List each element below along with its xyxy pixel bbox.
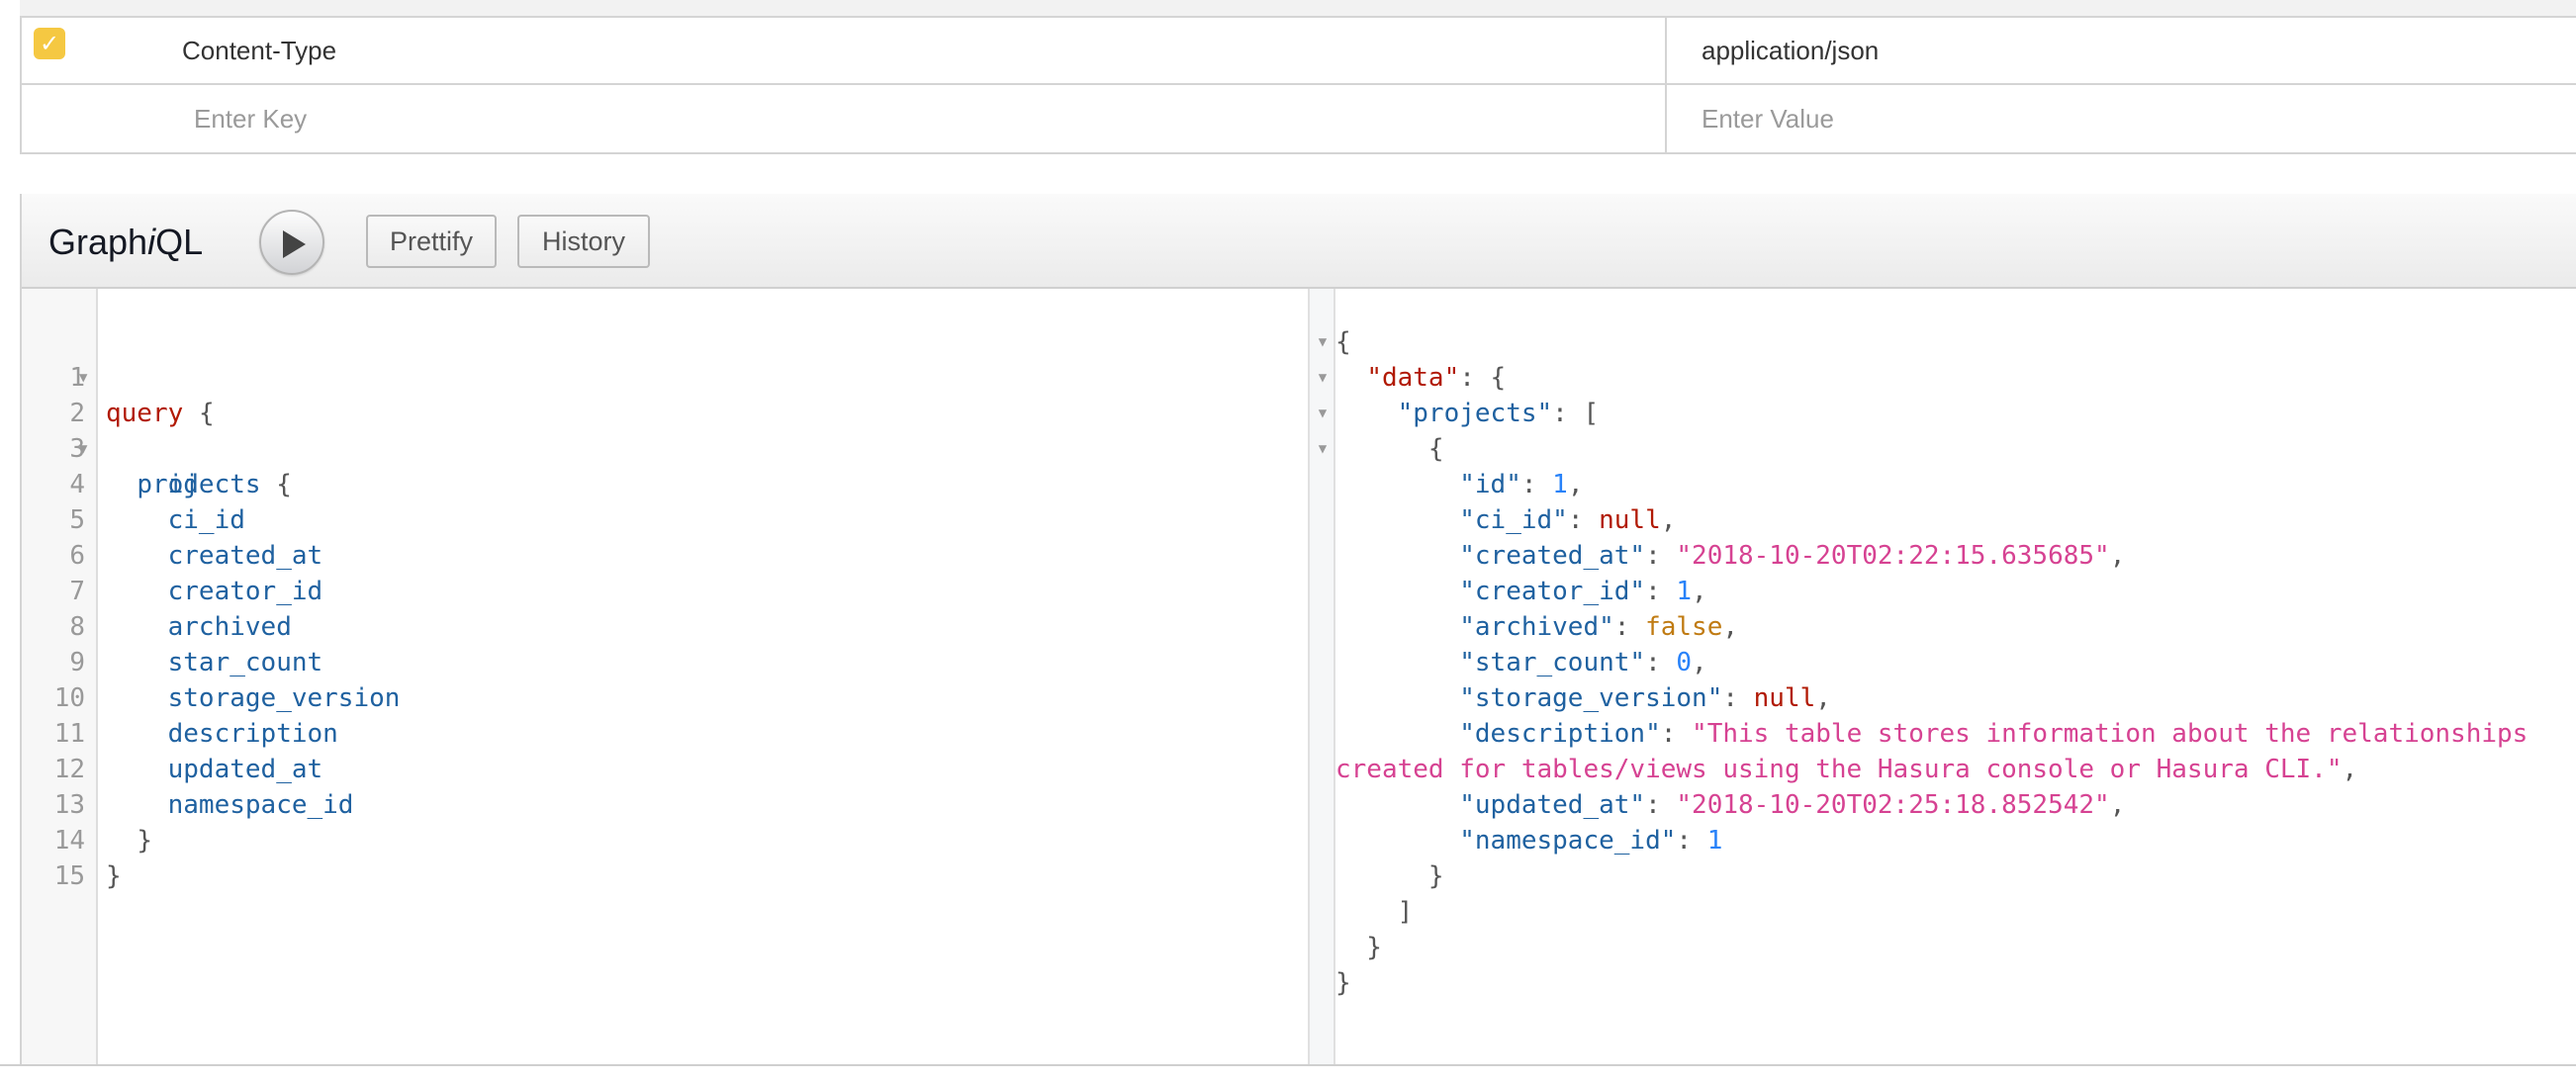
graphiql-logo: GraphiQL xyxy=(48,222,204,262)
code-line: 14 } xyxy=(53,826,152,856)
code-line: 3 ▼ projects { xyxy=(22,396,1298,499)
header-value[interactable]: application/json xyxy=(1702,18,1879,83)
prettify-button[interactable]: Prettify xyxy=(366,215,497,268)
code-line: 11 description xyxy=(53,719,338,749)
code-line: 1 ▼ query { xyxy=(22,324,1298,428)
code-line: 9 star_count xyxy=(69,648,323,677)
query-editor[interactable]: 1 ▼ query { 2 3 ▼ projects { 4 id 5 ci_id … xyxy=(22,289,1310,1064)
fold-arrow-icon: ▼ xyxy=(1318,441,1328,457)
code-line: 7 creator_id xyxy=(69,577,323,606)
result-line: "ci_id": null, xyxy=(1459,505,1677,535)
code-line: 12 updated_at xyxy=(53,755,323,784)
result-line: } xyxy=(1335,861,1444,891)
graphiql-toolbar: GraphiQL Prettify History xyxy=(22,194,2576,289)
new-header-row xyxy=(22,85,2576,152)
result-line: "star_count": 0, xyxy=(1459,648,1707,677)
code-line: 8 archived xyxy=(69,612,292,642)
result-line: ▼{ xyxy=(1319,324,1351,360)
result-line: "updated_at": "2018-10-20T02:25:18.85254… xyxy=(1459,790,2126,820)
result-line: } xyxy=(1335,968,1351,998)
result-line: "id": 1, xyxy=(1459,470,1584,499)
result-line: "storage_version": null, xyxy=(1459,683,1831,713)
result-line: "description": "This table stores inform… xyxy=(1459,719,2529,749)
headers-top-strip xyxy=(20,0,2576,16)
code-line: 5 ci_id xyxy=(69,505,245,535)
fold-arrow-icon: ▼ xyxy=(1318,370,1328,386)
result-line: "namespace_id": 1 xyxy=(1459,826,1723,856)
history-button[interactable]: History xyxy=(517,215,650,268)
result-line: ▼ { xyxy=(1319,431,1444,467)
code-line: 10 storage_version xyxy=(53,683,401,713)
new-header-key-input[interactable] xyxy=(194,95,1618,142)
result-line: created for tables/views using the Hasur… xyxy=(1335,755,2358,784)
code-line: 15} xyxy=(53,861,122,891)
play-icon xyxy=(283,230,306,258)
result-line: "created_at": "2018-10-20T02:22:15.63568… xyxy=(1459,541,2126,571)
code-line: 4 id xyxy=(69,470,199,499)
execute-query-button[interactable] xyxy=(259,210,324,275)
header-row: ✓ Content-Type application/json xyxy=(22,18,2576,85)
result-line: ▼ "data": { xyxy=(1319,360,1506,396)
headers-table: ✓ Content-Type application/json xyxy=(20,16,2576,154)
header-enabled-checkbox[interactable]: ✓ xyxy=(34,28,65,59)
result-line: } xyxy=(1335,933,1382,962)
header-key[interactable]: Content-Type xyxy=(182,18,336,83)
fold-arrow-icon: ▼ xyxy=(1318,406,1328,421)
result-line: "archived": false, xyxy=(1459,612,1739,642)
fold-arrow-icon: ▼ xyxy=(1318,334,1328,350)
code-line: 13 namespace_id xyxy=(53,790,354,820)
result-line: ] xyxy=(1335,897,1414,927)
new-header-value-input[interactable] xyxy=(1702,95,2542,142)
result-line: ▼ "projects": [ xyxy=(1319,396,1599,431)
code-line: 2 xyxy=(69,399,85,428)
result-line: "creator_id": 1, xyxy=(1459,577,1707,606)
graphiql-panel: GraphiQL Prettify History 1 ▼ query { 2 3… xyxy=(20,194,2576,1064)
bottom-divider xyxy=(0,1064,2576,1066)
result-viewer: ▼{ ▼ "data": { ▼ "projects": [ ▼ { "id":… xyxy=(1319,289,2576,1064)
code-line: 6 created_at xyxy=(69,541,323,571)
